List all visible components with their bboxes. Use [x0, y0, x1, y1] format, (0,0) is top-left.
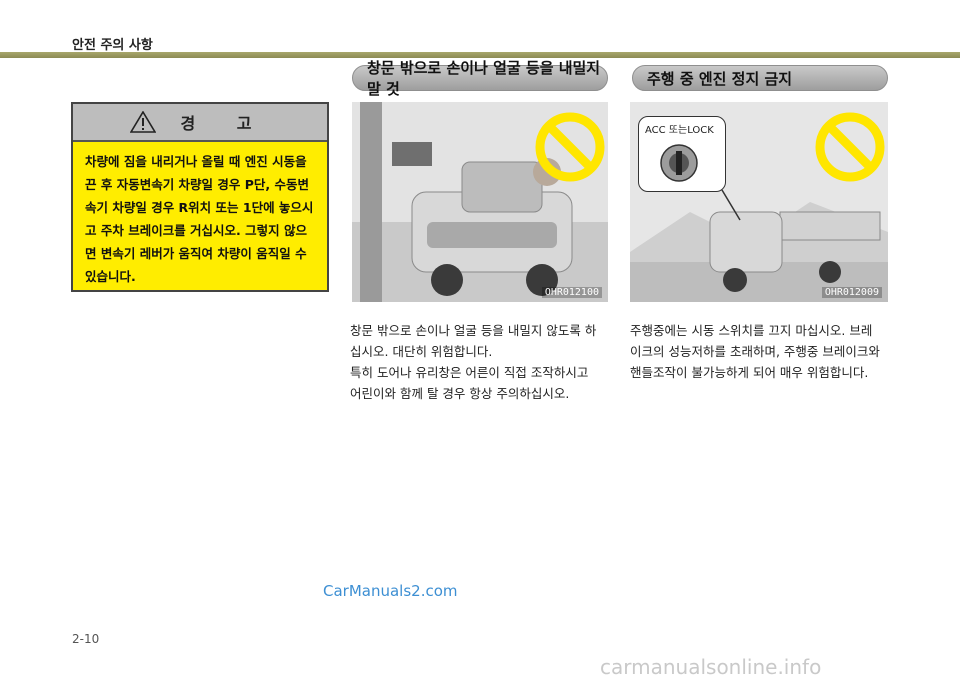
ignition-key-icon — [660, 144, 698, 182]
watermark-link[interactable]: CarManuals2.com — [323, 582, 458, 600]
prohibition-icon — [535, 112, 605, 182]
text-line: 십시오. 대단히 위험합니다. — [350, 344, 493, 359]
image-code: OHR012100 — [541, 287, 602, 298]
page-header: 안전 주의 사항 — [0, 0, 960, 53]
warning-header: 경 고 — [73, 104, 327, 142]
text-line: 이크의 성능저하를 초래하며, 주행중 브레이크와 — [630, 344, 880, 359]
text-line: 특히 도어나 유리창은 어른이 직접 조작하시고 — [350, 365, 589, 380]
warning-line: 끈 후 자동변속기 차량일 경우 P단, 수동변 — [85, 177, 310, 192]
topic-pill-engine: 주행 중 엔진 정지 금지 — [632, 65, 888, 91]
page-number: 2-10 — [72, 632, 100, 646]
image-code: OHR012009 — [821, 287, 882, 298]
warning-line: 고 주차 브레이크를 거십시오. 그렇지 않으 — [85, 223, 308, 238]
text-line: 어린이와 함께 탈 경우 항상 주의하십시오. — [350, 386, 570, 401]
warning-line: 속기 차량일 경우 R위치 또는 1단에 놓으시 — [85, 200, 314, 215]
illustration-engine-stop: ACC 또는LOCK OHR012009 — [630, 102, 888, 302]
warning-text: 차량에 짐을 내리거나 올릴 때 엔진 시동을 끈 후 자동변속기 차량일 경우… — [73, 142, 327, 296]
warning-line: 있습니다. — [85, 269, 136, 284]
warning-line: 면 변속기 레버가 움직여 차량이 움직일 수 — [85, 246, 307, 261]
warning-triangle-icon — [130, 111, 157, 133]
section-title: 안전 주의 사항 — [72, 38, 153, 53]
footer-watermark: carmanualsonline.info — [600, 655, 822, 679]
text-line: 주행중에는 시동 스위치를 끄지 마십시오. 브레 — [630, 323, 873, 338]
ignition-callout: ACC 또는LOCK — [638, 116, 726, 192]
engine-instructions: 주행중에는 시동 스위치를 끄지 마십시오. 브레 이크의 성능저하를 초래하며… — [630, 320, 888, 383]
warning-line: 차량에 짐을 내리거나 올릴 때 엔진 시동을 — [85, 154, 307, 169]
text-line: 핸들조작이 불가능하게 되어 매우 위험합니다. — [630, 365, 869, 380]
text-line: 창문 밖으로 손이나 얼굴 등을 내밀지 않도록 하 — [350, 323, 597, 338]
window-instructions: 창문 밖으로 손이나 얼굴 등을 내밀지 않도록 하 십시오. 대단히 위험합니… — [350, 320, 608, 404]
warning-title: 경 고 — [180, 114, 270, 133]
warning-box: 경 고 차량에 짐을 내리거나 올릴 때 엔진 시동을 끈 후 자동변속기 차량… — [71, 102, 329, 292]
illustration-window-hazard: OHR012100 — [352, 102, 608, 302]
topic-pill-window: 창문 밖으로 손이나 얼굴 등을 내밀지 말 것 — [352, 59, 608, 98]
